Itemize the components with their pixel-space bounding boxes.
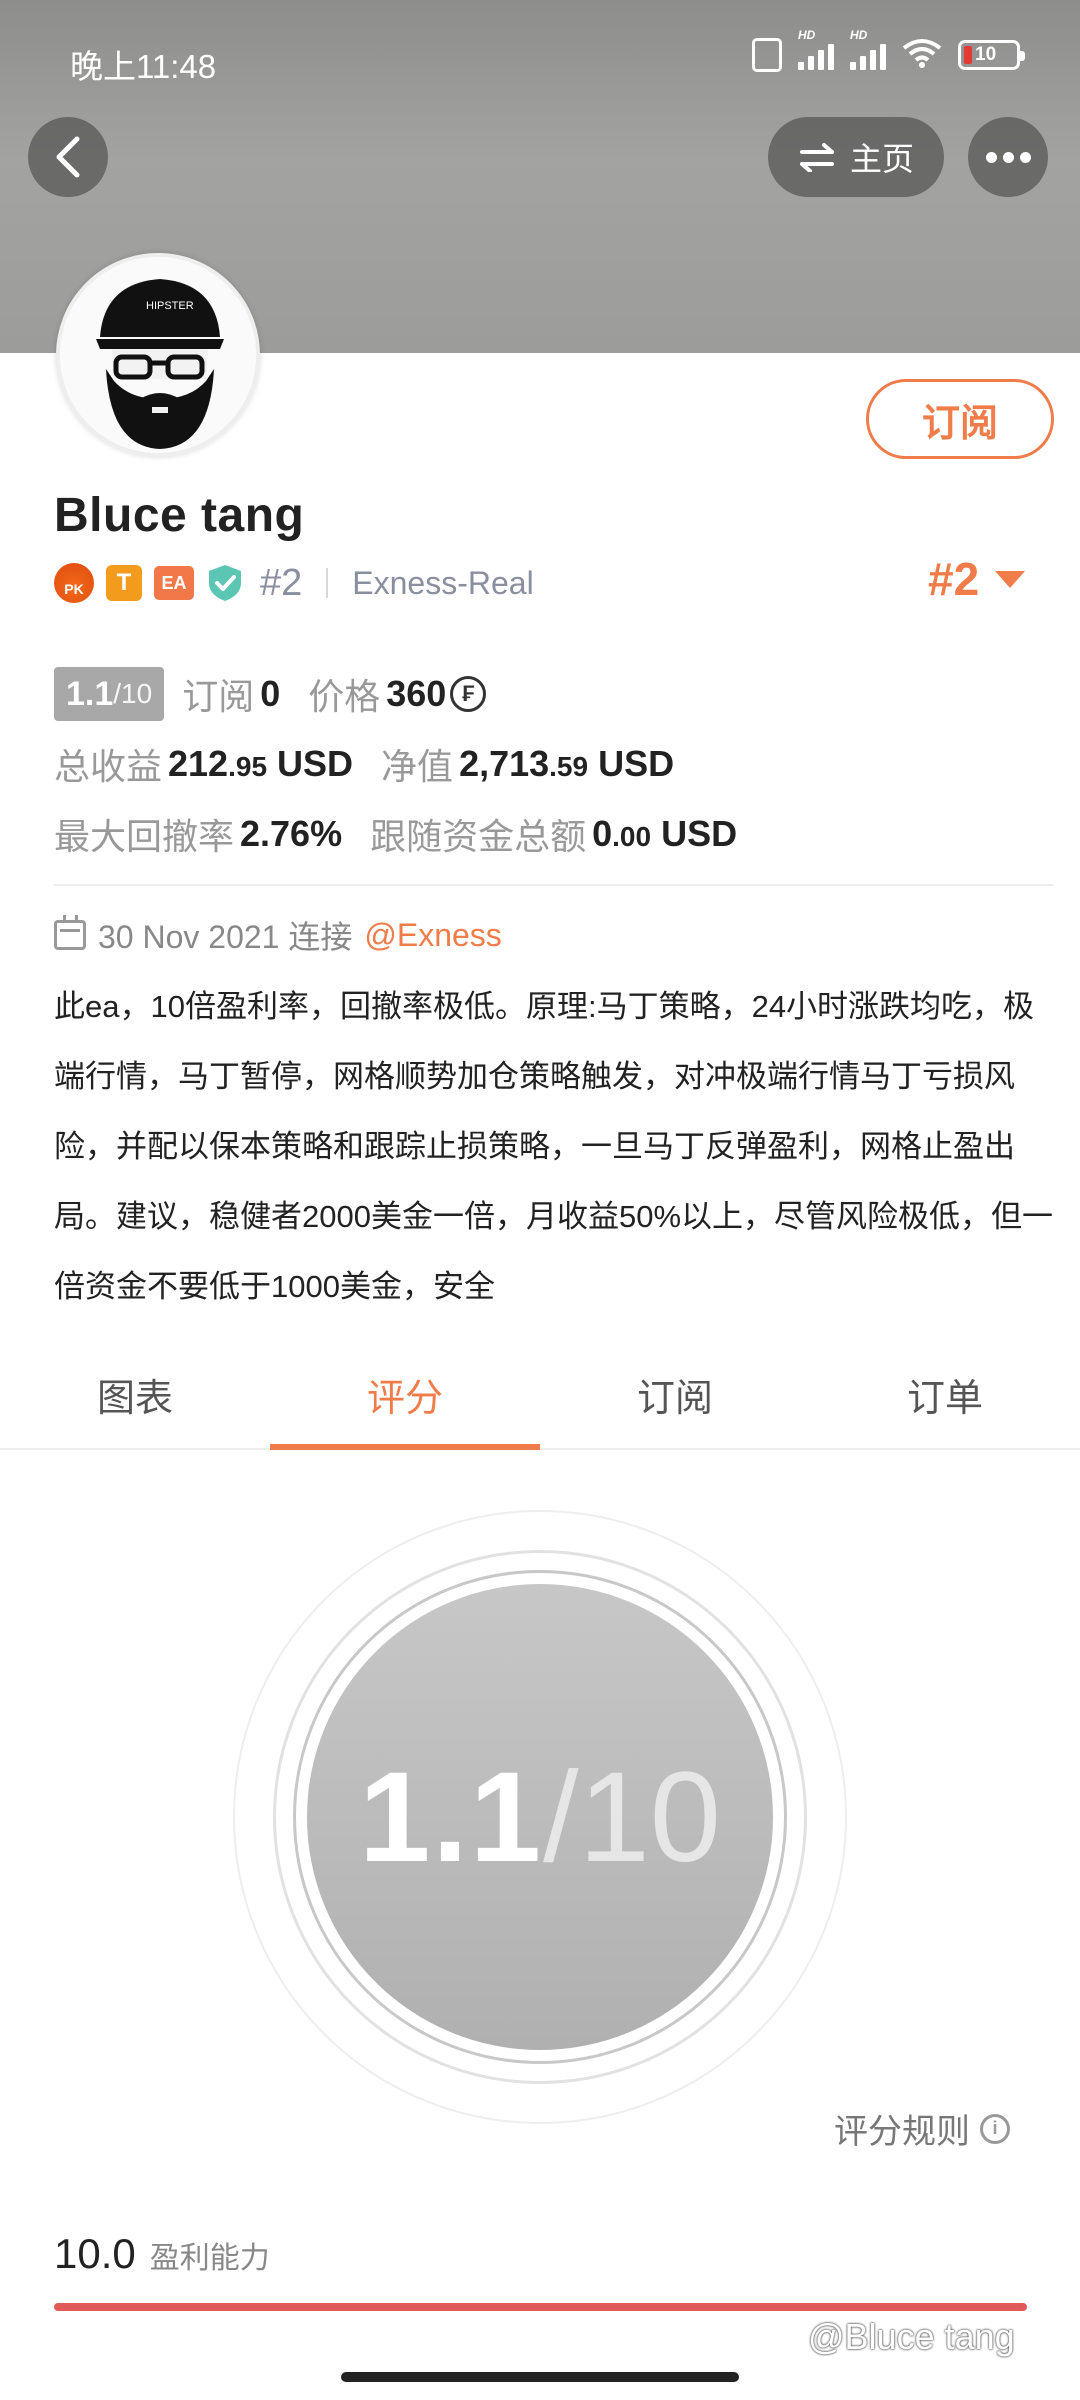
total-profit-dec: .95 <box>228 751 268 782</box>
follow-funds-value: 0.00 <box>592 813 651 855</box>
score-circle-of: /10 <box>543 1745 721 1889</box>
home-indicator[interactable] <box>341 2372 739 2382</box>
back-button[interactable] <box>28 117 108 197</box>
stats-row-3: 最大回撤率 2.76% 跟随资金总额 0.00 USD <box>54 808 765 860</box>
equity-currency: USD <box>598 743 675 784</box>
score-core: 1.1/10 <box>307 1584 773 2050</box>
follow-dec: .00 <box>612 821 652 852</box>
svg-text:HIPSTER: HIPSTER <box>146 300 194 312</box>
rating-rules-link[interactable]: 评分规则 i <box>834 2104 1010 2153</box>
coin-icon: ₣ <box>450 676 487 712</box>
connection-info: 30 Nov 2021 连接 @Exness <box>54 912 502 958</box>
score-circle-value: 1.1 <box>359 1745 543 1889</box>
battery-level: 10 <box>975 44 997 65</box>
subscribe-count-label: 订阅 <box>182 676 255 717</box>
hd-label: HD <box>798 28 816 42</box>
more-dot-icon <box>1019 151 1031 163</box>
metric-value: 10.0 <box>54 2230 136 2277</box>
badge-row: PK T EA #2 Exness-Real <box>54 556 534 610</box>
info-icon: i <box>980 2113 1010 2144</box>
home-button[interactable]: 主页 <box>768 117 944 197</box>
metric-label: 盈利能力 <box>149 2242 270 2275</box>
hd-label-2: HD <box>850 28 868 42</box>
price-value: 360 <box>386 673 447 714</box>
stats-row-2: 总收益 212.95 USD 净值 2,713.59 USD <box>54 738 702 790</box>
rating-rules-label: 评分规则 <box>834 2113 970 2151</box>
t-badge-icon[interactable]: T <box>106 565 142 601</box>
follow-funds-currency: USD <box>661 813 738 854</box>
caret-down-icon <box>995 570 1026 588</box>
equity-value: 2,713.59 <box>459 743 588 785</box>
stats-row-1: 1.1/10 订阅 0 价格 360 ₣ <box>54 667 487 721</box>
drawdown-label: 最大回撤率 <box>54 816 235 857</box>
equity-label: 净值 <box>381 746 454 787</box>
follow-funds-label: 跟随资金总额 <box>370 816 587 857</box>
total-profit-int: 212 <box>168 743 229 784</box>
tab-orders[interactable]: 订单 <box>810 1358 1080 1448</box>
tab-chart[interactable]: 图表 <box>0 1358 270 1448</box>
rank-dropdown[interactable]: #2 <box>928 552 1026 606</box>
verified-shield-icon[interactable] <box>206 563 244 603</box>
metric-bar-fill <box>54 2303 1027 2311</box>
tab-rating[interactable]: 评分 <box>270 1358 540 1450</box>
switch-arrows-icon <box>799 143 834 172</box>
total-profit-currency: USD <box>277 743 354 784</box>
more-button[interactable] <box>968 117 1048 197</box>
score-circle: 1.1/10 <box>233 1510 847 2124</box>
ea-badge-icon[interactable]: EA <box>154 566 194 600</box>
status-icons: HD HD 10 <box>752 28 1025 72</box>
score-chip-of: /10 <box>113 678 153 709</box>
subscribe-count: 0 <box>260 673 281 714</box>
rank-inline: #2 <box>260 561 303 604</box>
bearded-man-avatar-icon: HIPSTER <box>60 257 256 453</box>
score-chip-value: 1.1 <box>66 674 114 713</box>
server-name: Exness-Real <box>352 564 534 601</box>
signal-icon: HD <box>798 28 834 70</box>
calendar-icon <box>54 915 86 950</box>
equity-int: 2,713 <box>459 743 550 784</box>
metric-profitability: 10.0 盈利能力 <box>54 2230 270 2278</box>
rank-value: #2 <box>928 553 980 605</box>
score-chip: 1.1/10 <box>54 667 165 721</box>
connection-date: 30 Nov 2021 连接 <box>98 919 353 955</box>
follow-int: 0 <box>592 813 613 854</box>
section-divider <box>54 884 1054 886</box>
total-profit-value: 212.95 <box>168 743 267 785</box>
trader-name: Bluce tang <box>54 489 305 542</box>
strategy-description: 此ea，10倍盈利率，回撤率极低。原理:马丁策略，24小时涨跌均吃，极端行情，马… <box>54 989 1054 1304</box>
watermark: @Bluce tang <box>808 2316 1015 2357</box>
wifi-icon <box>902 38 942 72</box>
battery-icon: 10 <box>958 40 1025 70</box>
signal-icon-2: HD <box>850 28 886 70</box>
pk-badge-icon[interactable]: PK <box>54 563 94 603</box>
tab-subscription[interactable]: 订阅 <box>540 1358 810 1448</box>
screen-rotate-icon <box>752 38 782 72</box>
more-dot-icon <box>985 151 997 163</box>
more-dot-icon <box>1002 151 1014 163</box>
divider <box>326 568 329 598</box>
equity-dec: .59 <box>549 751 589 782</box>
price-label: 价格 <box>308 676 381 717</box>
subscribe-button[interactable]: 订阅 <box>866 379 1054 459</box>
avatar[interactable]: HIPSTER <box>56 253 260 457</box>
chevron-left-icon <box>56 136 80 178</box>
metric-bar <box>54 2303 1027 2311</box>
tab-bar: 图表 评分 订阅 订单 <box>0 1358 1080 1450</box>
drawdown-value: 2.76% <box>240 813 343 854</box>
broker-link[interactable]: @Exness <box>364 917 501 954</box>
home-button-label: 主页 <box>849 141 914 177</box>
total-profit-label: 总收益 <box>54 746 163 787</box>
status-time: 晚上11:48 <box>70 48 217 85</box>
